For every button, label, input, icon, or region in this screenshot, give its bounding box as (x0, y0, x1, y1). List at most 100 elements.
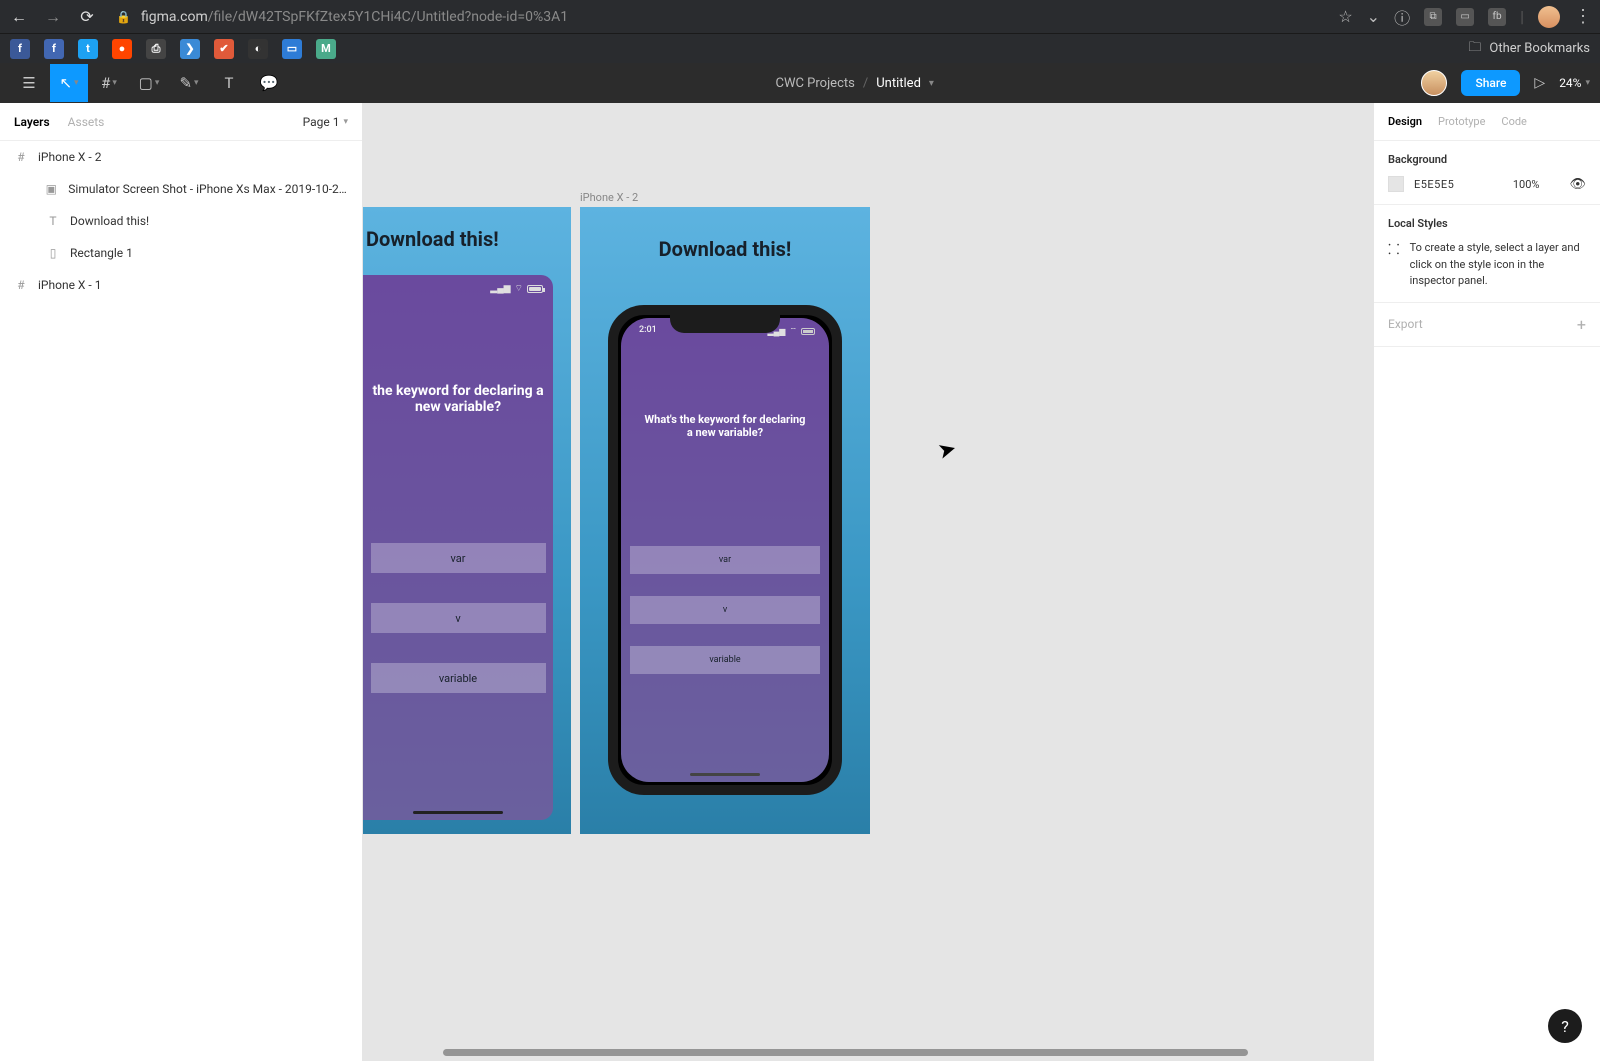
bookmark-icon[interactable]: f (10, 39, 30, 59)
export-section: Export + (1374, 303, 1600, 347)
answer-button: v (630, 596, 820, 624)
horizontal-scrollbar[interactable] (443, 1049, 1358, 1057)
home-indicator (413, 811, 503, 814)
styles-icon: ⸬ (1388, 240, 1400, 259)
share-button[interactable]: Share (1461, 70, 1520, 96)
tab-code[interactable]: Code (1501, 115, 1526, 128)
wifi-icon: ⌔ (515, 283, 523, 294)
layer-row[interactable]: ▣ Simulator Screen Shot - iPhone Xs Max … (0, 173, 362, 205)
battery-icon (801, 328, 815, 335)
signal-icon: ▂▄▆ (490, 283, 510, 294)
layer-row[interactable]: T Download this! (0, 205, 362, 237)
status-time: 2:01 (639, 325, 657, 335)
url-bar[interactable]: 🔒 figma.com/file/dW42TSpFKfZtex5Y1CHi4C/… (110, 9, 1326, 25)
info-icon[interactable]: ⓘ (1394, 5, 1410, 29)
bookmark-icon[interactable]: ⎙ (146, 39, 166, 59)
frame-icon: # (14, 278, 28, 292)
bookmark-icon[interactable]: ❯ (180, 39, 200, 59)
url-text: figma.com/file/dW42TSpFKfZtex5Y1CHi4C/Un… (141, 9, 568, 25)
frame-tool[interactable]: #▾ (90, 64, 128, 102)
tab-layers[interactable]: Layers (14, 115, 50, 129)
profile-avatar[interactable] (1538, 6, 1560, 28)
local-styles-section: Local Styles ⸬ To create a style, select… (1374, 205, 1600, 303)
frame-iphone-x-1[interactable]: Download this! ▂▄▆ ⌔ the keyword for dec… (363, 207, 571, 834)
color-swatch[interactable] (1388, 176, 1404, 192)
visibility-icon[interactable]: 👁 (1569, 177, 1586, 192)
notch (670, 315, 780, 333)
breadcrumb[interactable]: CWC Projects / Untitled ▾ (288, 76, 1421, 91)
comment-tool[interactable]: 💬 (250, 64, 288, 102)
project-name: CWC Projects (776, 76, 855, 91)
add-export-button[interactable]: + (1577, 315, 1586, 334)
bookmark-icon[interactable]: f (44, 39, 64, 59)
bookmark-icon[interactable]: ◐ (248, 39, 268, 59)
layer-row[interactable]: # iPhone X - 2 (0, 141, 362, 173)
help-button[interactable]: ? (1548, 1009, 1582, 1043)
frame1-title: Download this! (363, 207, 571, 251)
frame-label[interactable]: iPhone X - 2 (580, 191, 638, 204)
cursor-icon: ➤ (935, 436, 959, 465)
frame2-question: What's the keyword for declaring a new v… (621, 413, 829, 439)
layer-row[interactable]: ▯ Rectangle 1 (0, 237, 362, 269)
home-indicator (690, 773, 760, 776)
bookmark-icon[interactable]: M (316, 39, 336, 59)
bookmark-icon[interactable]: t (78, 39, 98, 59)
file-title: Untitled (876, 76, 921, 91)
pocket-icon[interactable]: ⌄ (1367, 7, 1380, 26)
ext-icon-1[interactable]: ⧉ (1424, 8, 1442, 26)
chevron-down-icon: ▾ (929, 78, 934, 89)
page-selector[interactable]: Page 1▾ (303, 115, 348, 129)
frame1-card: ▂▄▆ ⌔ the keyword for declaring a new va… (363, 275, 553, 820)
text-icon: T (46, 214, 60, 228)
browser-bar: ← → ⟳ 🔒 figma.com/file/dW42TSpFKfZtex5Y1… (0, 0, 1600, 33)
background-hex[interactable]: E5E5E5 (1414, 178, 1454, 191)
bookmarks-bar: f f t ● ⎙ ❯ ✔ ◐ ▭ M 🗀 Other Bookmarks (0, 33, 1600, 63)
forward-button[interactable]: → (42, 7, 64, 27)
present-button[interactable]: ▷ (1534, 75, 1545, 91)
reload-button[interactable]: ⟳ (76, 7, 98, 26)
ext-icon-3[interactable]: fb (1488, 8, 1506, 26)
other-bookmarks[interactable]: Other Bookmarks (1489, 41, 1590, 56)
rect-icon: ▯ (46, 246, 60, 260)
layer-row[interactable]: # iPhone X - 1 (0, 269, 362, 301)
frame2-title: Download this! (580, 207, 870, 261)
breadcrumb-separator: / (863, 76, 868, 91)
local-styles-hint: To create a style, select a layer and cl… (1410, 240, 1586, 290)
zoom-control[interactable]: 24%▾ (1559, 76, 1590, 90)
bookmark-icon[interactable]: ✔ (214, 39, 234, 59)
tab-design[interactable]: Design (1388, 115, 1422, 128)
browser-right: ☆ ⌄ ⓘ ⧉ ▭ fb | ⋮ (1338, 5, 1592, 29)
frame-icon: # (14, 150, 28, 164)
answer-button: v (371, 603, 546, 633)
move-tool[interactable]: ↖▾ (50, 64, 88, 102)
folder-icon: 🗀 (1468, 38, 1481, 60)
back-button[interactable]: ← (8, 7, 30, 27)
battery-icon (527, 285, 543, 293)
inspector-panel: Design Prototype Code Background E5E5E5 … (1373, 103, 1600, 1061)
export-label: Export (1388, 317, 1423, 331)
tab-assets[interactable]: Assets (68, 115, 105, 129)
text-tool[interactable]: T (210, 64, 248, 102)
image-icon: ▣ (44, 182, 58, 196)
section-title: Background (1388, 153, 1586, 166)
background-opacity[interactable]: 100% (1513, 178, 1540, 191)
canvas[interactable]: Download this! ▂▄▆ ⌔ the keyword for dec… (363, 103, 1373, 1061)
answer-button: variable (371, 663, 546, 693)
bookmark-icon[interactable]: ● (112, 39, 132, 59)
device-mockup: 2:01 ▂▄▆ ⌔ What's the keyword for declar… (608, 305, 842, 795)
pen-tool[interactable]: ✎▾ (170, 64, 208, 102)
answer-button: variable (630, 646, 820, 674)
tab-prototype[interactable]: Prototype (1438, 115, 1485, 128)
shape-tool[interactable]: ▢▾ (130, 64, 168, 102)
section-title: Local Styles (1388, 217, 1586, 230)
frame-iphone-x-2[interactable]: Download this! 2:01 ▂▄▆ ⌔ What's the key… (580, 207, 870, 834)
bookmark-icon[interactable]: ▭ (282, 39, 302, 59)
device-screen: 2:01 ▂▄▆ ⌔ What's the keyword for declar… (621, 318, 829, 782)
star-icon[interactable]: ☆ (1338, 7, 1352, 26)
user-avatar[interactable] (1421, 70, 1447, 96)
menu-button[interactable]: ☰ (10, 64, 48, 102)
browser-menu-icon[interactable]: ⋮ (1574, 6, 1592, 27)
ext-icon-2[interactable]: ▭ (1456, 8, 1474, 26)
frame1-question: the keyword for declaring a new variable… (363, 383, 553, 415)
wifi-icon: ⌔ (789, 326, 797, 336)
